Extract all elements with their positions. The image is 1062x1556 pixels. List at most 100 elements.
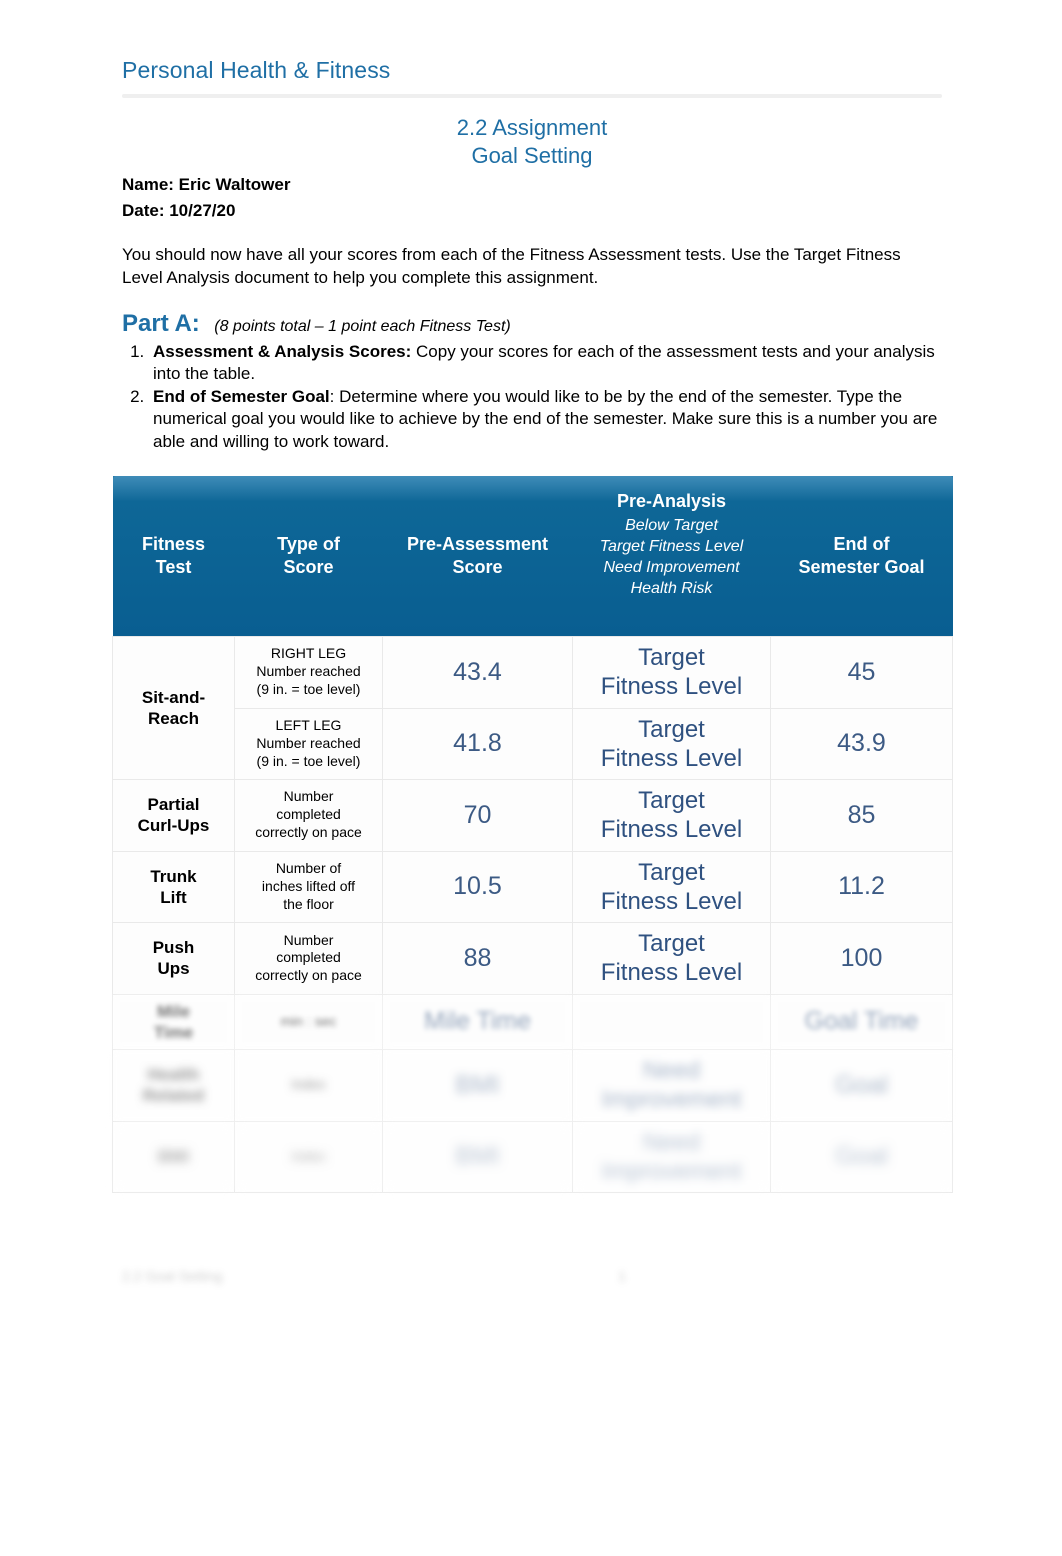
- pre-analysis-line1: Target: [638, 930, 705, 958]
- fitness-test-line2: Time: [153, 1022, 194, 1042]
- pre-analysis-line1: Need Improvement: [601, 1057, 742, 1114]
- cell-pre-assessment-score[interactable]: Mile Time: [382, 993, 573, 1051]
- cell-pre-analysis[interactable]: [572, 993, 771, 1051]
- instruction-list: Assessment & Analysis Scores: Copy your …: [122, 341, 959, 453]
- type-of-score-line1: Number: [283, 931, 334, 948]
- fitness-test-line2: Lift: [160, 887, 187, 907]
- cell-end-of-semester-goal[interactable]: 100: [770, 922, 953, 995]
- column-header-type-of-score-line2: Score: [283, 557, 334, 577]
- column-header-pre-assessment-line1: Pre-Assessment: [406, 533, 549, 554]
- cell-pre-analysis[interactable]: Need Improvement: [572, 1120, 771, 1194]
- column-header-type-of-score: Type of Score: [235, 476, 383, 636]
- type-of-score-line2: inches lifted off: [261, 877, 356, 894]
- table-row: Push Ups Number completed correctly on pace 8…: [112, 922, 953, 995]
- table-row: Mile Time min : sec Mile Time Goal Time: [112, 993, 953, 1051]
- pre-analysis-line1: Target: [638, 787, 705, 815]
- cell-end-of-semester-goal[interactable]: 11.2: [770, 850, 953, 924]
- cell-pre-analysis[interactable]: Need Improvement: [572, 1049, 771, 1122]
- part-a-heading: Part A: (8 points total – 1 point each F…: [122, 310, 942, 338]
- cell-end-of-semester-goal[interactable]: 85: [770, 779, 953, 852]
- type-of-score-line2: Number reached: [256, 734, 361, 751]
- cell-pre-assessment-score[interactable]: 10.5: [382, 850, 573, 924]
- cell-pre-assessment-score[interactable]: 41.8: [382, 707, 573, 781]
- student-meta: Name: Eric Waltower Date: 10/27/20: [122, 172, 290, 224]
- fitness-test-line1: Push: [152, 938, 195, 958]
- cell-type-of-score: Number completed correctly on pace: [234, 779, 383, 852]
- cell-type-of-score: Index: [234, 1120, 383, 1194]
- cell-fitness-test: Partial Curl-Ups: [112, 779, 235, 852]
- cell-pre-assessment-score[interactable]: 70: [382, 779, 573, 852]
- type-of-score-line3: the floor: [283, 895, 334, 912]
- fitness-test-line1: Sit-and-: [141, 687, 206, 707]
- cell-type-of-score: LEFT LEG Number reached (9 in. = toe level…: [234, 707, 383, 781]
- type-of-score-line2: min : sec: [280, 1012, 337, 1029]
- cell-pre-analysis[interactable]: Target Fitness Level: [572, 636, 771, 709]
- fitness-test-line2: Ups: [157, 959, 190, 979]
- pre-analysis-line2: Fitness Level: [600, 816, 743, 844]
- table-row: Sit-and- Reach RIGHT LEG Number reached (9 i…: [112, 635, 953, 781]
- cell-end-of-semester-goal[interactable]: 43.9: [770, 707, 953, 781]
- column-header-type-of-score-line1: Type of: [277, 533, 340, 554]
- type-of-score-line2: Number reached: [256, 663, 361, 680]
- pre-analysis-line2: Fitness Level: [600, 959, 743, 987]
- fitness-test-line1: BMI: [157, 1147, 190, 1167]
- type-of-score-line3: correctly on pace: [255, 967, 362, 984]
- cell-fitness-test: Trunk Lift: [112, 850, 235, 924]
- table-header-band: Fitness Test Type of Score Pre-Assessmen…: [112, 476, 953, 637]
- fitness-test-line1: Partial: [147, 795, 200, 815]
- table-row: Health Related Index BMI Need Improvement Goa…: [112, 1049, 953, 1122]
- cell-pre-analysis[interactable]: Target Fitness Level: [572, 707, 771, 781]
- step-1-bold: Assessment & Analysis Scores:: [153, 342, 412, 361]
- column-header-goal-line2: Semester Goal: [798, 557, 925, 577]
- footer-document-name: 2.2 Goal Setting: [122, 1268, 223, 1284]
- cell-pre-assessment-score[interactable]: BMI: [382, 1049, 573, 1122]
- part-a-label: Part A:: [122, 310, 200, 337]
- type-of-score-line1: LEFT LEG: [275, 716, 342, 733]
- header-gradient-band: Fitness Test Type of Score Pre-Assessmen…: [112, 476, 953, 636]
- cell-end-of-semester-goal[interactable]: Goal Time: [770, 993, 953, 1051]
- table-head: Fitness Test Type of Score Pre-Assessmen…: [112, 476, 953, 637]
- type-of-score-line3: correctly on pace: [255, 824, 362, 841]
- intro-paragraph: You should now have all your scores from…: [122, 245, 901, 287]
- student-name: Name: Eric Waltower: [122, 175, 291, 194]
- pre-analysis-line1: Target: [638, 715, 705, 743]
- type-of-score-line2: Index: [291, 1076, 326, 1093]
- running-header-title: Personal Health & Fitness: [122, 57, 391, 83]
- cell-fitness-test: Health Related: [112, 1049, 235, 1122]
- pre-analysis-line1: Target: [638, 858, 705, 886]
- cell-pre-assessment-score[interactable]: 43.4: [382, 636, 573, 709]
- pre-analysis-option: Need Improvement: [603, 558, 740, 576]
- cell-type-of-score: RIGHT LEG Number reached (9 in. = toe leve…: [234, 636, 383, 709]
- header-divider: [122, 94, 942, 98]
- column-header-fitness-test: Fitness Test: [113, 476, 235, 636]
- column-header-fitness-test-line2: Test: [155, 557, 192, 577]
- cell-type-of-score: Number of inches lifted off the floor: [234, 850, 383, 924]
- cell-pre-analysis[interactable]: Target Fitness Level: [572, 779, 771, 852]
- fitness-test-line2: Reach: [147, 709, 200, 729]
- cell-end-of-semester-goal[interactable]: Goal: [770, 1120, 953, 1194]
- column-header-pre-analysis: Pre-Analysis Below Target Target Fitness…: [573, 476, 771, 636]
- pre-analysis-option: Below Target: [625, 517, 718, 535]
- cell-pre-analysis[interactable]: Target Fitness Level: [572, 850, 771, 924]
- pre-analysis-line1: Target: [638, 644, 705, 671]
- table-row: Partial Curl-Ups Number completed correctly …: [112, 779, 953, 852]
- title-line-2: Goal Setting: [471, 143, 593, 169]
- pre-analysis-line2: Fitness Level: [600, 673, 743, 701]
- cell-pre-assessment-score[interactable]: BMI: [382, 1120, 573, 1194]
- document-page: Personal Health & Fitness 2.2 Assignment…: [0, 0, 1062, 1556]
- table-row: Trunk Lift Number of inches lifted off the f…: [112, 850, 953, 924]
- cell-end-of-semester-goal[interactable]: 45: [770, 636, 953, 709]
- pre-analysis-line2: Fitness Level: [600, 887, 743, 915]
- cell-pre-analysis[interactable]: Target Fitness Level: [572, 922, 771, 995]
- fitness-test-line1: Health: [147, 1065, 200, 1085]
- fitness-test-line1: Mile: [156, 1001, 191, 1021]
- cell-fitness-test: Push Ups: [112, 922, 235, 995]
- cell-fitness-test: Mile Time: [112, 993, 235, 1051]
- fitness-test-line1: Trunk: [150, 866, 197, 886]
- cell-end-of-semester-goal[interactable]: Goal: [770, 1049, 953, 1122]
- step-2-bold: End of Semester Goal: [153, 386, 330, 406]
- pre-analysis-line2: Fitness Level: [600, 744, 743, 772]
- cell-pre-assessment-score[interactable]: 88: [382, 922, 573, 995]
- table-row: BMI Index BMI Need Improvement Goal: [112, 1120, 953, 1194]
- page-title: 2.2 Assignment Goal Setting: [122, 114, 942, 170]
